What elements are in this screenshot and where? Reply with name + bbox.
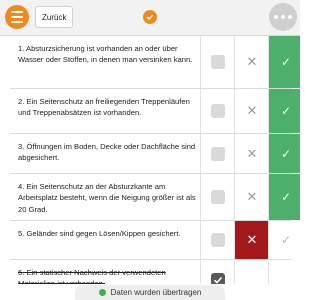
item-text: 4. Ein Seitenschutz an der Absturzkante …	[18, 182, 196, 214]
checklist-row-3: 3. Öffnungen im Boden, Decke oder Dachfl…	[10, 134, 300, 174]
yes-option[interactable]: ✓	[268, 134, 300, 173]
yes-option[interactable]: ✓	[268, 36, 300, 88]
item-text: 6. Ein statischer Nachweis der verwendet…	[18, 268, 166, 284]
no-option[interactable]: ✕	[234, 36, 269, 88]
top-bar: Zurück	[0, 0, 300, 36]
na-option[interactable]	[200, 174, 235, 220]
no-option[interactable]: ✕	[234, 174, 269, 220]
x-icon: ✕	[246, 145, 258, 161]
checklist-row-5: 5. Geländer sind gegen Lösen/Kippen gesi…	[10, 221, 292, 260]
check-icon: ✓	[280, 146, 292, 161]
na-option[interactable]	[200, 260, 235, 284]
hamburger-menu-icon[interactable]	[5, 5, 29, 29]
yes-option[interactable]: ✓	[268, 221, 300, 259]
checklist-row-4: 4. Ein Seitenschutz an der Absturzkante …	[10, 174, 300, 221]
checkbox-icon	[211, 190, 225, 204]
item-text: 3. Öffnungen im Boden, Decke oder Dachfl…	[18, 142, 196, 163]
checklist: 1. Absturzsicherung ist vorhanden an ode…	[0, 36, 300, 284]
checkbox-checked-icon	[211, 273, 225, 284]
checkbox-icon	[211, 233, 225, 247]
checkbox-icon	[211, 55, 225, 69]
x-icon: ✕	[246, 54, 258, 69]
yes-option[interactable]: ✓	[268, 174, 300, 220]
checkbox-icon	[211, 146, 225, 161]
na-option[interactable]	[200, 36, 235, 88]
na-option[interactable]	[200, 221, 235, 259]
check-icon: ✓	[280, 104, 292, 118]
na-option[interactable]	[200, 89, 235, 133]
checklist-row-1: 1. Absturzsicherung ist vorhanden an ode…	[10, 36, 300, 89]
no-option[interactable]	[234, 260, 269, 284]
yes-option[interactable]	[268, 260, 300, 284]
checklist-row-2: 2. Ein Seitenschutz an freiliegenden Tre…	[10, 89, 300, 134]
check-icon: ✓	[280, 55, 292, 69]
item-text: 1. Absturzsicherung ist vorhanden an ode…	[18, 44, 193, 65]
no-option[interactable]: ✕	[234, 134, 269, 173]
status-toast: Daten wurden übertragen	[75, 285, 225, 300]
yes-option[interactable]: ✓	[268, 89, 300, 133]
item-text: 5. Geländer sind gegen Lösen/Kippen gesi…	[18, 229, 181, 238]
checkbox-icon	[211, 104, 225, 118]
item-text: 2. Ein Seitenschutz an freiliegenden Tre…	[18, 97, 190, 118]
no-option[interactable]: ✕	[234, 89, 269, 133]
toast-message: Daten wurden übertragen	[110, 288, 202, 297]
check-icon: ✓	[280, 233, 292, 247]
checklist-row-6: 6. Ein statischer Nachweis der verwendet…	[10, 260, 292, 284]
more-dots-icon[interactable]	[269, 3, 297, 31]
x-icon: ✕	[246, 232, 258, 247]
x-icon: ✕	[246, 103, 258, 118]
check-icon: ✓	[280, 190, 292, 204]
back-button[interactable]: Zurück	[35, 6, 74, 28]
check-circle-icon	[143, 10, 157, 24]
x-icon: ✕	[246, 189, 258, 204]
no-option[interactable]: ✕	[234, 221, 269, 259]
na-option[interactable]	[200, 134, 235, 173]
status-dot-icon	[98, 289, 106, 296]
